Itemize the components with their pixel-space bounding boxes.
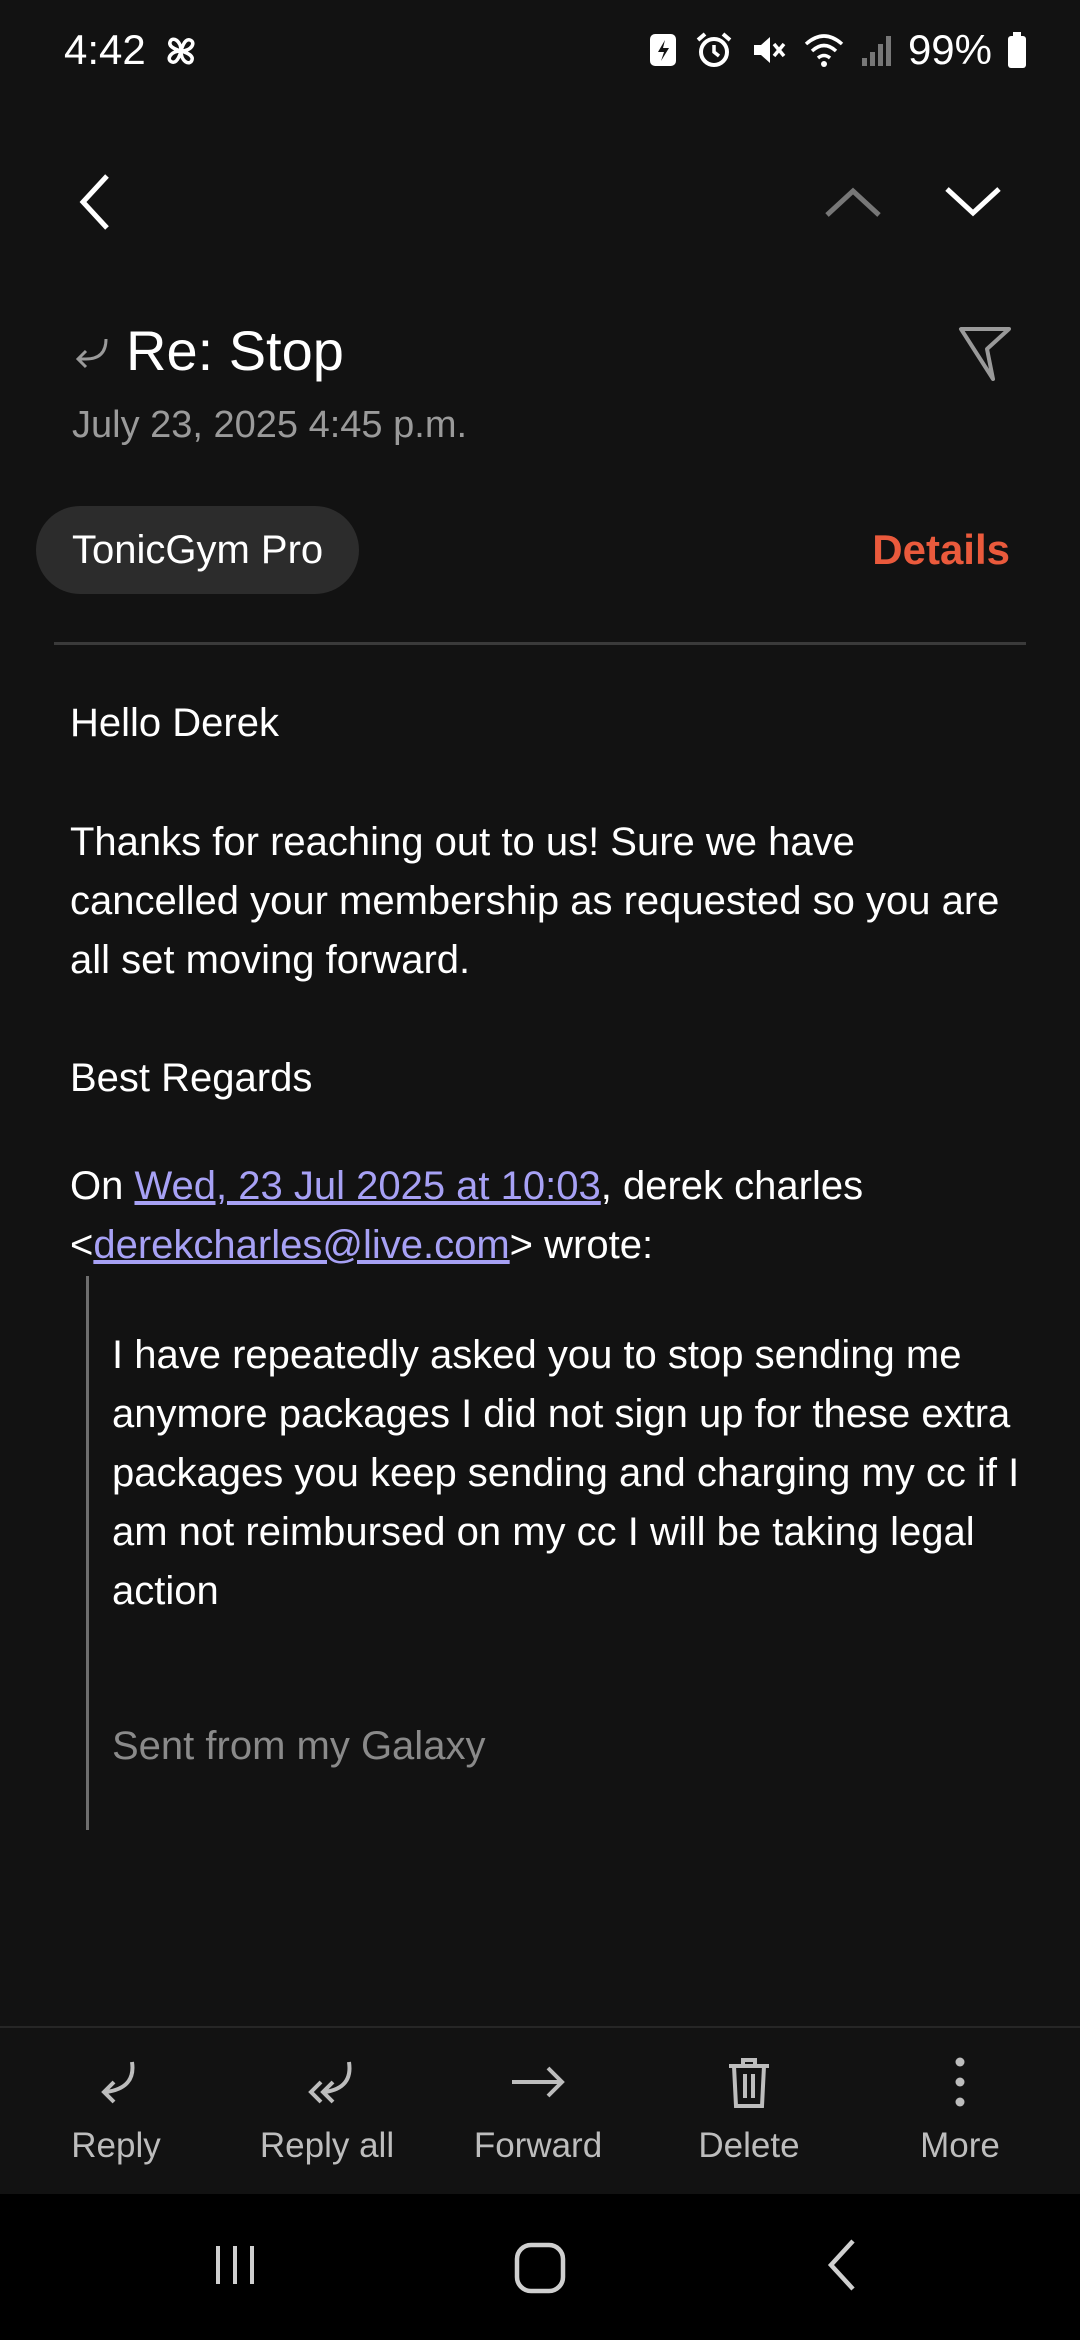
flag-icon bbox=[959, 327, 1011, 381]
quote-email-link[interactable]: derekcharles@live.com bbox=[93, 1223, 509, 1267]
quote-bar bbox=[86, 1276, 89, 1830]
reply-button[interactable]: Reply bbox=[16, 2052, 216, 2166]
email-date: July 23, 2025 4:45 p.m. bbox=[72, 404, 468, 446]
reply-all-label: Reply all bbox=[259, 2126, 395, 2165]
wifi-icon bbox=[804, 34, 844, 67]
quote-wrote: > wrote: bbox=[509, 1223, 654, 1267]
quote-on: On bbox=[70, 1164, 135, 1208]
reply-icon bbox=[101, 2061, 135, 2104]
quote-header: On Wed, 23 Jul 2025 at 10:03, derek char… bbox=[70, 1157, 1030, 1275]
signoff-text: Best Regards bbox=[70, 1056, 313, 1100]
email-subject-row: Re: Stop bbox=[72, 318, 344, 383]
reply-all-icon bbox=[308, 2061, 352, 2104]
quoted-signature: Sent from my Galaxy bbox=[112, 1724, 486, 1768]
quoted-message: I have repeatedly asked you to stop send… bbox=[112, 1333, 1020, 1613]
flag-button[interactable] bbox=[950, 318, 1020, 388]
alarm-icon bbox=[696, 32, 732, 67]
quote-date-link[interactable]: Wed, 23 Jul 2025 at 10:03 bbox=[134, 1164, 600, 1208]
reply-label: Reply bbox=[71, 2126, 161, 2165]
mute-icon bbox=[753, 37, 786, 63]
forward-label: Forward bbox=[473, 2126, 603, 2165]
quote-author: , derek charles bbox=[600, 1164, 864, 1208]
forward-button[interactable]: Forward bbox=[438, 2052, 638, 2166]
home-icon bbox=[514, 2242, 566, 2294]
home-button[interactable] bbox=[502, 2230, 578, 2306]
sender-chip[interactable]: TonicGym Pro bbox=[36, 506, 360, 594]
header-divider bbox=[54, 642, 1026, 645]
status-time: 4:42 bbox=[64, 26, 146, 73]
chevron-down-icon bbox=[945, 187, 1001, 217]
status-icons: 99% bbox=[646, 26, 1028, 74]
delete-button[interactable]: Delete bbox=[649, 2052, 849, 2166]
back-button[interactable] bbox=[60, 160, 130, 244]
more-button[interactable]: More bbox=[860, 2052, 1060, 2166]
chevron-left-icon bbox=[79, 174, 109, 230]
quote-lt: < bbox=[70, 1223, 94, 1267]
more-vertical-icon bbox=[955, 2057, 965, 2107]
email-subject: Re: Stop bbox=[126, 319, 344, 382]
body-paragraph: Thanks for reaching out to us! Sure we h… bbox=[70, 820, 1000, 982]
back-arrow-icon bbox=[827, 2239, 855, 2291]
more-label: More bbox=[920, 2126, 1000, 2165]
recent-apps-icon bbox=[216, 2246, 254, 2284]
details-link[interactable]: Details bbox=[872, 526, 1010, 574]
signal-icon bbox=[861, 36, 891, 66]
reply-all-button[interactable]: Reply all bbox=[227, 2052, 427, 2166]
greeting-text: Hello Derek bbox=[70, 701, 279, 745]
delete-label: Delete bbox=[698, 2126, 800, 2165]
previous-email-button[interactable] bbox=[818, 170, 888, 234]
recent-apps-button[interactable] bbox=[200, 2230, 270, 2300]
battery-percent: 99% bbox=[907, 26, 992, 73]
pinwheel-icon bbox=[162, 32, 200, 75]
trash-icon bbox=[729, 2058, 769, 2108]
battery-saver-icon bbox=[649, 34, 676, 66]
system-back-button[interactable] bbox=[808, 2230, 878, 2300]
battery-icon bbox=[1008, 32, 1026, 68]
forward-icon bbox=[512, 2066, 565, 2098]
next-email-button[interactable] bbox=[938, 170, 1008, 234]
replied-icon bbox=[75, 338, 108, 368]
chevron-up-icon bbox=[825, 187, 881, 217]
